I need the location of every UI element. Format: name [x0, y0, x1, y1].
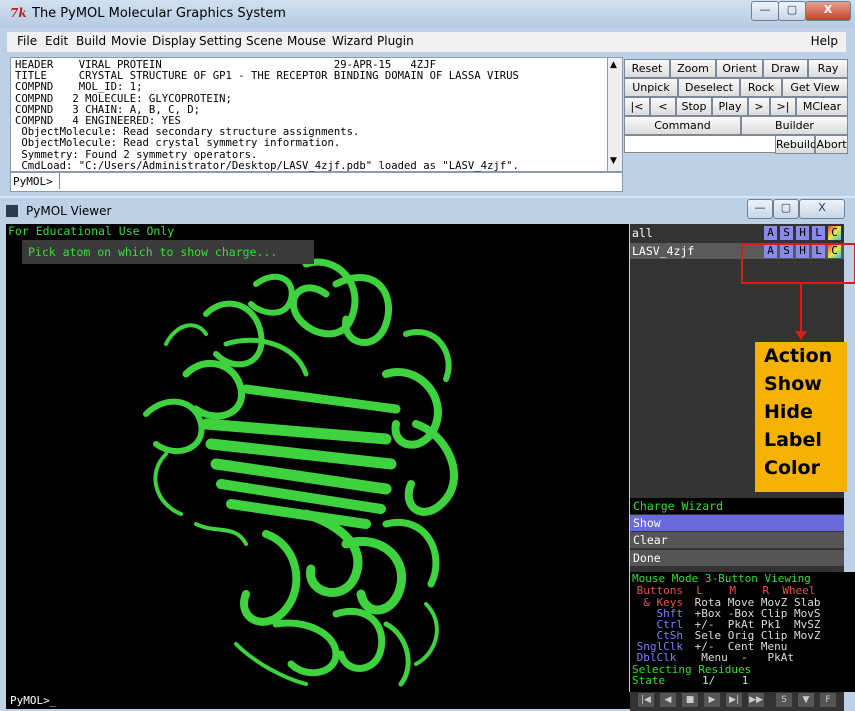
- zoom-button[interactable]: Zoom: [670, 59, 716, 78]
- viewer-command-prompt[interactable]: PyMOL>_: [6, 692, 633, 709]
- wizard-clear-button[interactable]: Clear: [630, 532, 844, 548]
- fullscreen-icon[interactable]: F: [820, 693, 836, 707]
- state-value: 1/ 1: [702, 674, 749, 687]
- reset-button[interactable]: Reset: [624, 59, 670, 78]
- menu-plugin[interactable]: Plugin: [377, 34, 414, 48]
- annotation-label-box: Action Show Hide Label Color: [755, 342, 847, 492]
- deselect-button[interactable]: Deselect: [678, 78, 740, 97]
- mouse-mode-title[interactable]: Mouse Mode 3-Button Viewing: [632, 573, 811, 585]
- menu-setting[interactable]: Setting: [199, 34, 242, 48]
- status-field: [624, 135, 776, 153]
- pick-prompt-box: Pick atom on which to show charge...: [22, 240, 314, 264]
- viewer-close-button[interactable]: X: [799, 199, 845, 219]
- object-name[interactable]: all: [632, 226, 653, 240]
- viewer-minimize-button[interactable]: —: [747, 199, 773, 219]
- annotation-label: Color: [764, 457, 820, 479]
- main-title-bar[interactable]: 7k The PyMOL Molecular Graphics System —…: [0, 0, 855, 28]
- rewind-icon[interactable]: |◀: [638, 693, 654, 707]
- viewer-window-icon: [6, 205, 18, 217]
- app-title: The PyMOL Molecular Graphics System: [32, 6, 286, 21]
- output-log: HEADER VIRAL PROTEIN 29-APR-15 4ZJF TITL…: [10, 57, 608, 172]
- get-view-button[interactable]: Get View: [782, 78, 848, 97]
- show-button[interactable]: S: [780, 226, 793, 240]
- label-button[interactable]: L: [812, 226, 825, 240]
- maximize-button[interactable]: ▢: [778, 1, 806, 21]
- minimize-button[interactable]: —: [751, 1, 779, 21]
- rebuild-button[interactable]: Rebuild: [775, 135, 817, 154]
- builder-button[interactable]: Builder: [741, 116, 848, 135]
- educational-use-notice: For Educational Use Only: [8, 224, 175, 238]
- mouse-row-key: DblClk: [630, 651, 677, 664]
- command-button[interactable]: Command: [624, 116, 741, 135]
- command-input[interactable]: [59, 173, 620, 189]
- menu-edit[interactable]: Edit: [45, 34, 68, 48]
- first-frame-button[interactable]: |<: [624, 97, 650, 116]
- hide-button[interactable]: H: [796, 226, 809, 240]
- movie-transport-bar: |◀ ◀ ■ ▶ ▶| ▶▶ S ▼ F: [630, 692, 844, 709]
- wizard-title: Charge Wizard: [630, 498, 844, 514]
- menu-help[interactable]: Help: [811, 34, 838, 48]
- mouse-row-values: Menu - PkAt: [688, 651, 794, 664]
- next-frame-button[interactable]: >: [748, 97, 770, 116]
- step-forward-icon[interactable]: ▶|: [726, 693, 742, 707]
- menu-wizard[interactable]: Wizard: [332, 34, 373, 48]
- annotation-highlight-box: [741, 243, 855, 284]
- object-row-all[interactable]: all A S H L C: [630, 225, 844, 241]
- close-button[interactable]: X: [805, 1, 851, 21]
- fast-forward-icon[interactable]: ▶▶: [748, 693, 764, 707]
- unpick-button[interactable]: Unpick: [624, 78, 678, 97]
- annotation-label: Label: [764, 429, 822, 451]
- scroll-up-icon[interactable]: ▲: [610, 60, 617, 70]
- action-button[interactable]: A: [764, 226, 777, 240]
- viewer-maximize-button[interactable]: ▢: [773, 199, 799, 219]
- 3d-viewport[interactable]: For Educational Use Only Pick atom on wh…: [6, 224, 629, 692]
- stop-icon[interactable]: ■: [682, 693, 698, 707]
- command-line: PyMOL>: [10, 172, 623, 192]
- wizard-done-button[interactable]: Done: [630, 550, 844, 566]
- draw-button[interactable]: Draw: [763, 59, 808, 78]
- menu-movie[interactable]: Movie: [111, 34, 147, 48]
- annotation-label: Hide: [764, 401, 813, 423]
- tk-logo-icon: 7k: [10, 6, 27, 20]
- menu-file[interactable]: File: [17, 34, 37, 48]
- log-text: HEADER VIRAL PROTEIN 29-APR-15 4ZJF TITL…: [15, 59, 519, 172]
- log-scrollbar[interactable]: ▲ ▼: [607, 57, 623, 172]
- menu-scene[interactable]: Scene: [246, 34, 283, 48]
- orient-button[interactable]: Orient: [716, 59, 763, 78]
- command-prompt: PyMOL>: [13, 175, 53, 188]
- menu-display[interactable]: Display: [152, 34, 196, 48]
- play-button[interactable]: Play: [712, 97, 748, 116]
- last-frame-button[interactable]: >|: [770, 97, 796, 116]
- ray-button[interactable]: Ray: [808, 59, 848, 78]
- pick-prompt-text: Pick atom on which to show charge...: [28, 245, 278, 259]
- annotation-arrow-line: [800, 282, 802, 334]
- mouse-buttons-header: Buttons L M R Wheel: [630, 584, 816, 597]
- stop-button[interactable]: Stop: [676, 97, 712, 116]
- scroll-down-icon[interactable]: ▼: [610, 156, 617, 166]
- step-back-icon[interactable]: ◀: [660, 693, 676, 707]
- scene-icon[interactable]: S: [776, 693, 792, 707]
- menu-mouse[interactable]: Mouse: [287, 34, 326, 48]
- annotation-arrow-head-icon: [795, 331, 807, 340]
- menu-build[interactable]: Build: [76, 34, 106, 48]
- collapse-icon[interactable]: ▼: [798, 693, 814, 707]
- menu-bar: File Edit Build Movie Display Setting Sc…: [7, 32, 846, 52]
- mouse-mode-panel[interactable]: Mouse Mode 3-Button Viewing Buttons L M …: [630, 572, 855, 692]
- viewer-title: PyMOL Viewer: [26, 204, 112, 218]
- wizard-show-button[interactable]: Show: [630, 515, 844, 531]
- prev-frame-button[interactable]: <: [650, 97, 676, 116]
- state-label: State: [632, 674, 666, 687]
- annotation-label: Action: [764, 345, 833, 367]
- rock-button[interactable]: Rock: [740, 78, 782, 97]
- annotation-label: Show: [764, 373, 822, 395]
- color-button[interactable]: C: [828, 226, 841, 240]
- object-name[interactable]: LASV_4zjf: [632, 244, 694, 258]
- play-icon[interactable]: ▶: [704, 693, 720, 707]
- abort-button[interactable]: Abort: [815, 135, 848, 154]
- protein-cartoon[interactable]: [6, 224, 629, 692]
- mclear-button[interactable]: MClear: [796, 97, 848, 116]
